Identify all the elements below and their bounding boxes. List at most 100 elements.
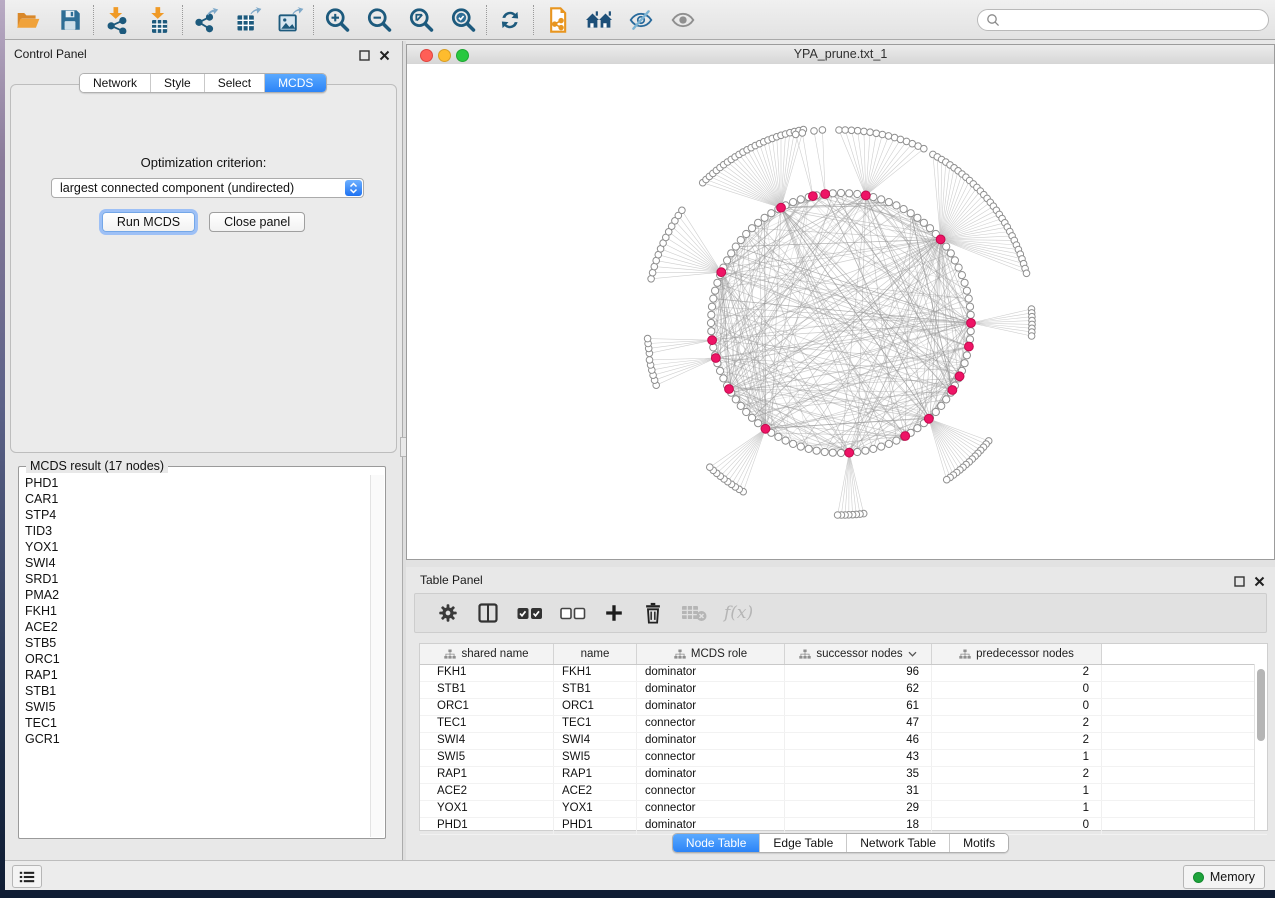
network-node[interactable]	[720, 375, 727, 382]
mcds-network-node[interactable]	[845, 448, 854, 457]
mcds-result-item[interactable]: TID3	[25, 523, 371, 539]
column-header-MCDS-role[interactable]: MCDS role	[637, 644, 785, 664]
network-leaf-node[interactable]	[842, 127, 849, 134]
table-settings-button[interactable]	[437, 602, 459, 624]
mcds-result-item[interactable]: TEC1	[25, 715, 371, 731]
network-node[interactable]	[963, 352, 970, 359]
horizontal-splitter[interactable]	[406, 560, 1275, 567]
network-node[interactable]	[797, 196, 804, 203]
mcds-result-item[interactable]: SWI4	[25, 555, 371, 571]
table-row[interactable]: ACE2ACE2connector311	[420, 784, 1267, 801]
mcds-network-node[interactable]	[967, 319, 976, 328]
task-history-button[interactable]	[12, 865, 42, 888]
network-node[interactable]	[961, 279, 968, 286]
network-node[interactable]	[914, 214, 921, 221]
table-row[interactable]: RAP1RAP1dominator352	[420, 767, 1267, 784]
network-node[interactable]	[829, 449, 836, 456]
network-node[interactable]	[790, 199, 797, 206]
network-node[interactable]	[920, 219, 927, 226]
hide-selected-button[interactable]	[620, 3, 662, 37]
network-node[interactable]	[761, 214, 768, 221]
delete-column-button[interactable]	[642, 601, 664, 625]
mcds-network-node[interactable]	[861, 191, 870, 200]
network-node[interactable]	[862, 447, 869, 454]
network-node[interactable]	[870, 194, 877, 201]
import-network-button[interactable]	[96, 3, 138, 37]
network-node[interactable]	[967, 311, 974, 318]
mcds-network-node[interactable]	[711, 354, 720, 363]
column-header-predecessor-nodes[interactable]: predecessor nodes	[932, 644, 1102, 664]
mcds-network-node[interactable]	[955, 372, 964, 381]
network-node[interactable]	[737, 402, 744, 409]
network-leaf-node[interactable]	[679, 207, 686, 214]
optimization-criterion-select[interactable]: largest connected component (undirected)	[51, 178, 364, 198]
network-leaf-node[interactable]	[649, 269, 656, 276]
network-node[interactable]	[893, 437, 900, 444]
network-leaf-node[interactable]	[819, 127, 826, 134]
network-node[interactable]	[797, 443, 804, 450]
export-image-button[interactable]	[269, 3, 311, 37]
network-leaf-node[interactable]	[885, 133, 892, 140]
network-leaf-node[interactable]	[867, 129, 874, 136]
network-node[interactable]	[710, 295, 717, 302]
network-node[interactable]	[943, 243, 950, 250]
tab-node-table[interactable]: Node Table	[673, 834, 760, 852]
network-node[interactable]	[907, 210, 914, 217]
network-leaf-node[interactable]	[854, 127, 861, 134]
delete-table-button[interactable]	[681, 603, 707, 623]
mcds-result-item[interactable]: PMA2	[25, 587, 371, 603]
mcds-result-item[interactable]: STP4	[25, 507, 371, 523]
network-leaf-node[interactable]	[646, 357, 653, 364]
close-table-panel-icon[interactable]	[1254, 574, 1266, 586]
mcds-result-item[interactable]: ACE2	[25, 619, 371, 635]
table-row[interactable]: SWI5SWI5connector431	[420, 750, 1267, 767]
network-node[interactable]	[854, 448, 861, 455]
network-leaf-node[interactable]	[879, 131, 886, 138]
network-node[interactable]	[748, 414, 755, 421]
network-node[interactable]	[878, 443, 885, 450]
export-table-button[interactable]	[227, 3, 269, 37]
network-leaf-node[interactable]	[943, 476, 950, 483]
mcds-network-node[interactable]	[777, 203, 786, 212]
network-node[interactable]	[947, 250, 954, 257]
tab-style[interactable]: Style	[150, 74, 204, 92]
table-row[interactable]: YOX1YOX1connector291	[420, 801, 1267, 818]
network-node[interactable]	[951, 257, 958, 264]
select-all-checkboxes-button[interactable]	[517, 605, 543, 621]
network-leaf-node[interactable]	[836, 127, 843, 134]
tab-network-table[interactable]: Network Table	[846, 834, 949, 852]
mcds-network-node[interactable]	[809, 192, 818, 201]
network-node[interactable]	[708, 303, 715, 310]
import-table-button[interactable]	[138, 3, 180, 37]
network-node[interactable]	[732, 396, 739, 403]
function-builder-button[interactable]: f(x)	[724, 603, 753, 623]
network-leaf-node[interactable]	[707, 464, 714, 471]
zoom-in-button[interactable]	[316, 3, 358, 37]
zoom-out-button[interactable]	[358, 3, 400, 37]
network-node[interactable]	[708, 328, 715, 335]
network-leaf-node[interactable]	[644, 335, 651, 342]
network-node[interactable]	[966, 303, 973, 310]
mcds-network-node[interactable]	[901, 432, 910, 441]
network-node[interactable]	[712, 287, 719, 294]
close-panel-icon[interactable]	[379, 48, 391, 60]
zoom-fit-button[interactable]	[400, 3, 442, 37]
mcds-result-item[interactable]: ORC1	[25, 651, 371, 667]
export-network-button[interactable]	[185, 3, 227, 37]
network-leaf-node[interactable]	[1023, 270, 1030, 277]
float-table-panel-icon[interactable]	[1234, 574, 1246, 586]
network-node[interactable]	[926, 225, 933, 232]
tab-select[interactable]: Select	[204, 74, 264, 92]
network-node[interactable]	[846, 190, 853, 197]
network-leaf-node[interactable]	[921, 145, 928, 152]
network-node[interactable]	[967, 328, 974, 335]
table-scrollbar-thumb[interactable]	[1257, 669, 1265, 741]
network-node[interactable]	[805, 445, 812, 452]
network-leaf-node[interactable]	[799, 130, 806, 137]
mcds-list-scrollbar[interactable]	[370, 475, 384, 837]
network-node[interactable]	[885, 199, 892, 206]
column-header-name[interactable]: name	[554, 644, 637, 664]
mcds-result-item[interactable]: STB5	[25, 635, 371, 651]
float-panel-icon[interactable]	[359, 48, 371, 60]
network-node[interactable]	[914, 425, 921, 432]
